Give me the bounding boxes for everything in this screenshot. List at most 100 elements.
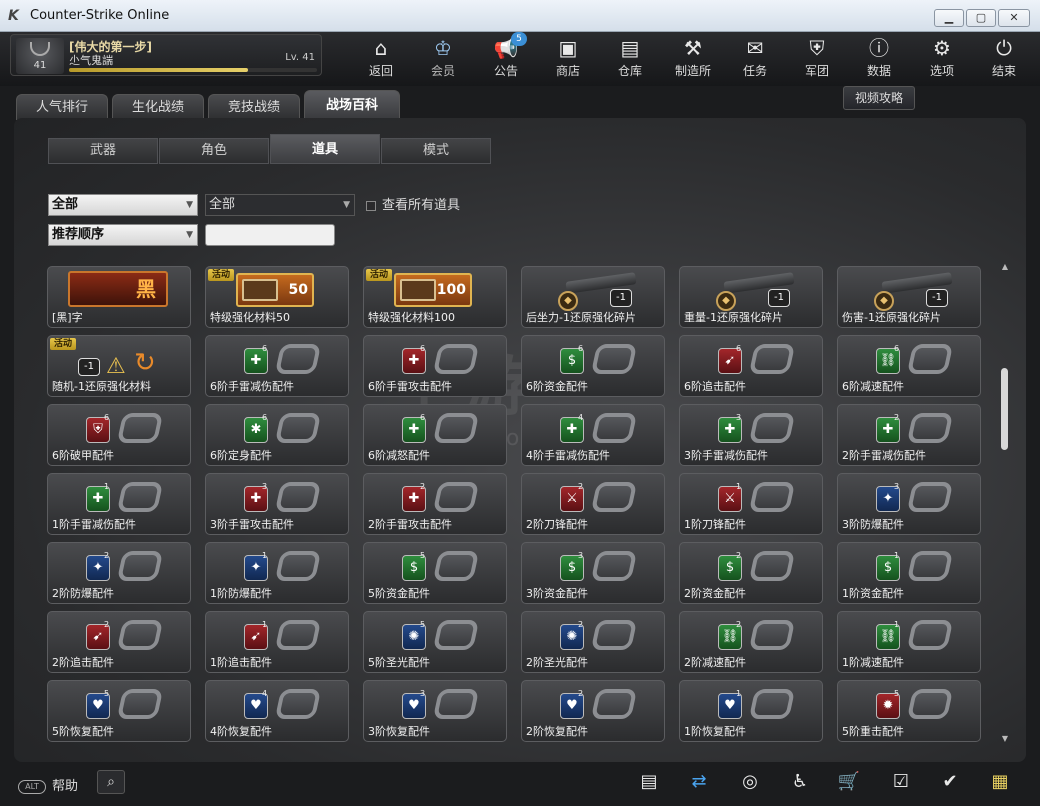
close-button[interactable]: ✕	[998, 9, 1030, 27]
compass-icon[interactable]: ◎	[737, 770, 763, 794]
item-card[interactable]: ⛓ 6 6阶减速配件	[837, 335, 981, 397]
item-card[interactable]: ◆ -1 后坐力-1还原强化碎片	[521, 266, 665, 328]
item-card[interactable]: ✚ 3 3阶手雷减伤配件	[679, 404, 823, 466]
tab-battlefield-wiki[interactable]: 战场百科	[304, 90, 400, 120]
fitting-plate-icon	[906, 551, 954, 581]
event-tag: 活动	[50, 338, 77, 350]
nav-label: 仓库	[617, 64, 642, 78]
item-card[interactable]: ✱ 6 6阶定身配件	[205, 404, 349, 466]
item-card[interactable]: ♥ 1 1阶恢复配件	[679, 680, 823, 742]
nav-gear[interactable]: ⚙ 选项	[913, 36, 971, 80]
tier-number: 3	[736, 413, 742, 422]
show-all-items-checkbox[interactable]: 查看所有道具	[366, 194, 460, 213]
item-card[interactable]: ⚔ 1 1阶刀锋配件	[679, 473, 823, 535]
tab-zombie-record[interactable]: 生化战绩	[112, 94, 204, 120]
search-input[interactable]	[205, 224, 335, 246]
nav-briefcase[interactable]: ▤ 仓库	[601, 36, 659, 80]
item-card[interactable]: $3 3阶资金配件	[521, 542, 665, 604]
item-card[interactable]: ✦ 2 2阶防爆配件	[47, 542, 191, 604]
category-select[interactable]: 全部 ▼	[48, 194, 198, 216]
item-name: 5阶恢复配件	[52, 725, 114, 738]
search-icon[interactable]: ⌕	[97, 770, 125, 794]
tier-number: 3	[262, 482, 268, 491]
nav-forge[interactable]: ⚒ 制造所	[664, 36, 722, 80]
item-card[interactable]: ♥ 2 2阶恢复配件	[521, 680, 665, 742]
item-card[interactable]: ✚ 3 3阶手雷攻击配件	[205, 473, 349, 535]
nav-crown[interactable]: ♔ 会员	[414, 36, 472, 80]
item-card[interactable]: ✹ 5 5阶重击配件	[837, 680, 981, 742]
nav-mission[interactable]: ✉ 任务	[726, 36, 784, 80]
subcategory-select[interactable]: 全部 ▼	[205, 194, 355, 216]
material-box-icon: 50	[236, 273, 314, 307]
item-card[interactable]: ✺ 2 2阶圣光配件	[521, 611, 665, 673]
cart-icon[interactable]: 🛒	[836, 770, 862, 794]
nav-info[interactable]: ⓘ 数据	[850, 36, 908, 80]
item-card[interactable]: ♥ 3 3阶恢复配件	[363, 680, 507, 742]
item-card[interactable]: ➹ 6 6阶追击配件	[679, 335, 823, 397]
item-card[interactable]: ✚ 4 4阶手雷减伤配件	[521, 404, 665, 466]
item-card[interactable]: ♥ 4 4阶恢复配件	[205, 680, 349, 742]
item-card[interactable]: ✺ 5 5阶圣光配件	[363, 611, 507, 673]
rank-avatar: 41	[16, 38, 64, 74]
video-guide-button[interactable]: 视频攻略	[843, 86, 915, 110]
item-name: 1阶手雷减伤配件	[52, 518, 136, 531]
item-name: 5阶资金配件	[368, 587, 430, 600]
subtab-weapons[interactable]: 武器	[48, 138, 158, 164]
nav-megaphone[interactable]: 📢 5 公告	[477, 32, 535, 80]
scroll-up-icon[interactable]: ▲	[1000, 262, 1010, 274]
item-card[interactable]: $1 1阶资金配件	[837, 542, 981, 604]
nav-label: 公告	[493, 64, 518, 78]
item-card[interactable]: ✚ 2 2阶手雷攻击配件	[363, 473, 507, 535]
item-card[interactable]: $6 6阶资金配件	[521, 335, 665, 397]
item-card[interactable]: ✦ 3 3阶防爆配件	[837, 473, 981, 535]
nav-shop[interactable]: ▣ 商店	[539, 36, 597, 80]
tab-popularity-ranking[interactable]: 人气排行	[16, 94, 108, 120]
item-card[interactable]: ⛓ 2 2阶减速配件	[679, 611, 823, 673]
item-card[interactable]: $5 5阶资金配件	[363, 542, 507, 604]
item-card[interactable]: ✚ 6 6阶减怒配件	[363, 404, 507, 466]
minimize-button[interactable]: ▁	[934, 9, 964, 27]
subtab-modes[interactable]: 模式	[381, 138, 491, 164]
item-card[interactable]: ✚ 6 6阶手雷减伤配件	[205, 335, 349, 397]
item-card[interactable]: ➹ 1 1阶追击配件	[205, 611, 349, 673]
exchange-icon[interactable]: ⇄	[686, 770, 712, 794]
item-card[interactable]: ⛓ 1 1阶减速配件	[837, 611, 981, 673]
runner-icon[interactable]: ♿	[787, 770, 813, 794]
item-card[interactable]: 活动 100 特级强化材料100	[363, 266, 507, 328]
checklist-icon[interactable]: ☑	[888, 770, 914, 794]
subtab-items[interactable]: 道具	[270, 134, 380, 164]
nav-power[interactable]: ⏻ 结束	[975, 36, 1033, 80]
item-card[interactable]: ◆ -1 重量-1还原强化碎片	[679, 266, 823, 328]
nav-clan-shield[interactable]: ⛨ 军团	[788, 36, 846, 80]
item-card[interactable]: ✚ 6 6阶手雷攻击配件	[363, 335, 507, 397]
item-card[interactable]: 活动 50 特级强化材料50	[205, 266, 349, 328]
scroll-down-icon[interactable]: ▼	[1000, 734, 1010, 746]
item-grid-scrollbar[interactable]: ▲ ▼	[1000, 262, 1010, 746]
item-card[interactable]: ✦ 1 1阶防爆配件	[205, 542, 349, 604]
item-card[interactable]: ⛨ 6 6阶破甲配件	[47, 404, 191, 466]
item-card[interactable]: ♥ 5 5阶恢复配件	[47, 680, 191, 742]
fitting-plate-icon	[590, 551, 638, 581]
scroll-thumb[interactable]	[1001, 368, 1008, 450]
item-card[interactable]: 活动 -1 ⚠ ↻ 随机-1还原强化材料	[47, 335, 191, 397]
checkbox-icon[interactable]	[366, 200, 376, 211]
item-card[interactable]: ➹ 2 2阶追击配件	[47, 611, 191, 673]
calendar-check-icon[interactable]: ✔	[937, 770, 963, 794]
item-card[interactable]: ✚ 1 1阶手雷减伤配件	[47, 473, 191, 535]
subtab-characters[interactable]: 角色	[159, 138, 269, 164]
item-card[interactable]: ◆ -1 伤害-1还原强化碎片	[837, 266, 981, 328]
help-button[interactable]: ALT 帮助	[18, 775, 78, 794]
item-card[interactable]: ⚔ 2 2阶刀锋配件	[521, 473, 665, 535]
item-name: 1阶资金配件	[842, 587, 904, 600]
tab-competitive-record[interactable]: 竞技战绩	[208, 94, 300, 120]
sort-select[interactable]: 推荐顺序 ▼	[48, 224, 198, 246]
item-card[interactable]: ✚ 2 2阶手雷减伤配件	[837, 404, 981, 466]
nav-home[interactable]: ⌂ 返回	[352, 36, 410, 80]
news-icon[interactable]: ▤	[636, 770, 662, 794]
item-card[interactable]: 黑 [黑]字	[47, 266, 191, 328]
fitting-plate-icon	[906, 689, 954, 719]
maximize-button[interactable]: ▢	[966, 9, 996, 27]
player-profile[interactable]: 41 [伟大的第一步] 尐气鬼諯 Lv. 41	[10, 34, 322, 76]
film-icon[interactable]: ▦	[987, 770, 1013, 794]
item-card[interactable]: $2 2阶资金配件	[679, 542, 823, 604]
